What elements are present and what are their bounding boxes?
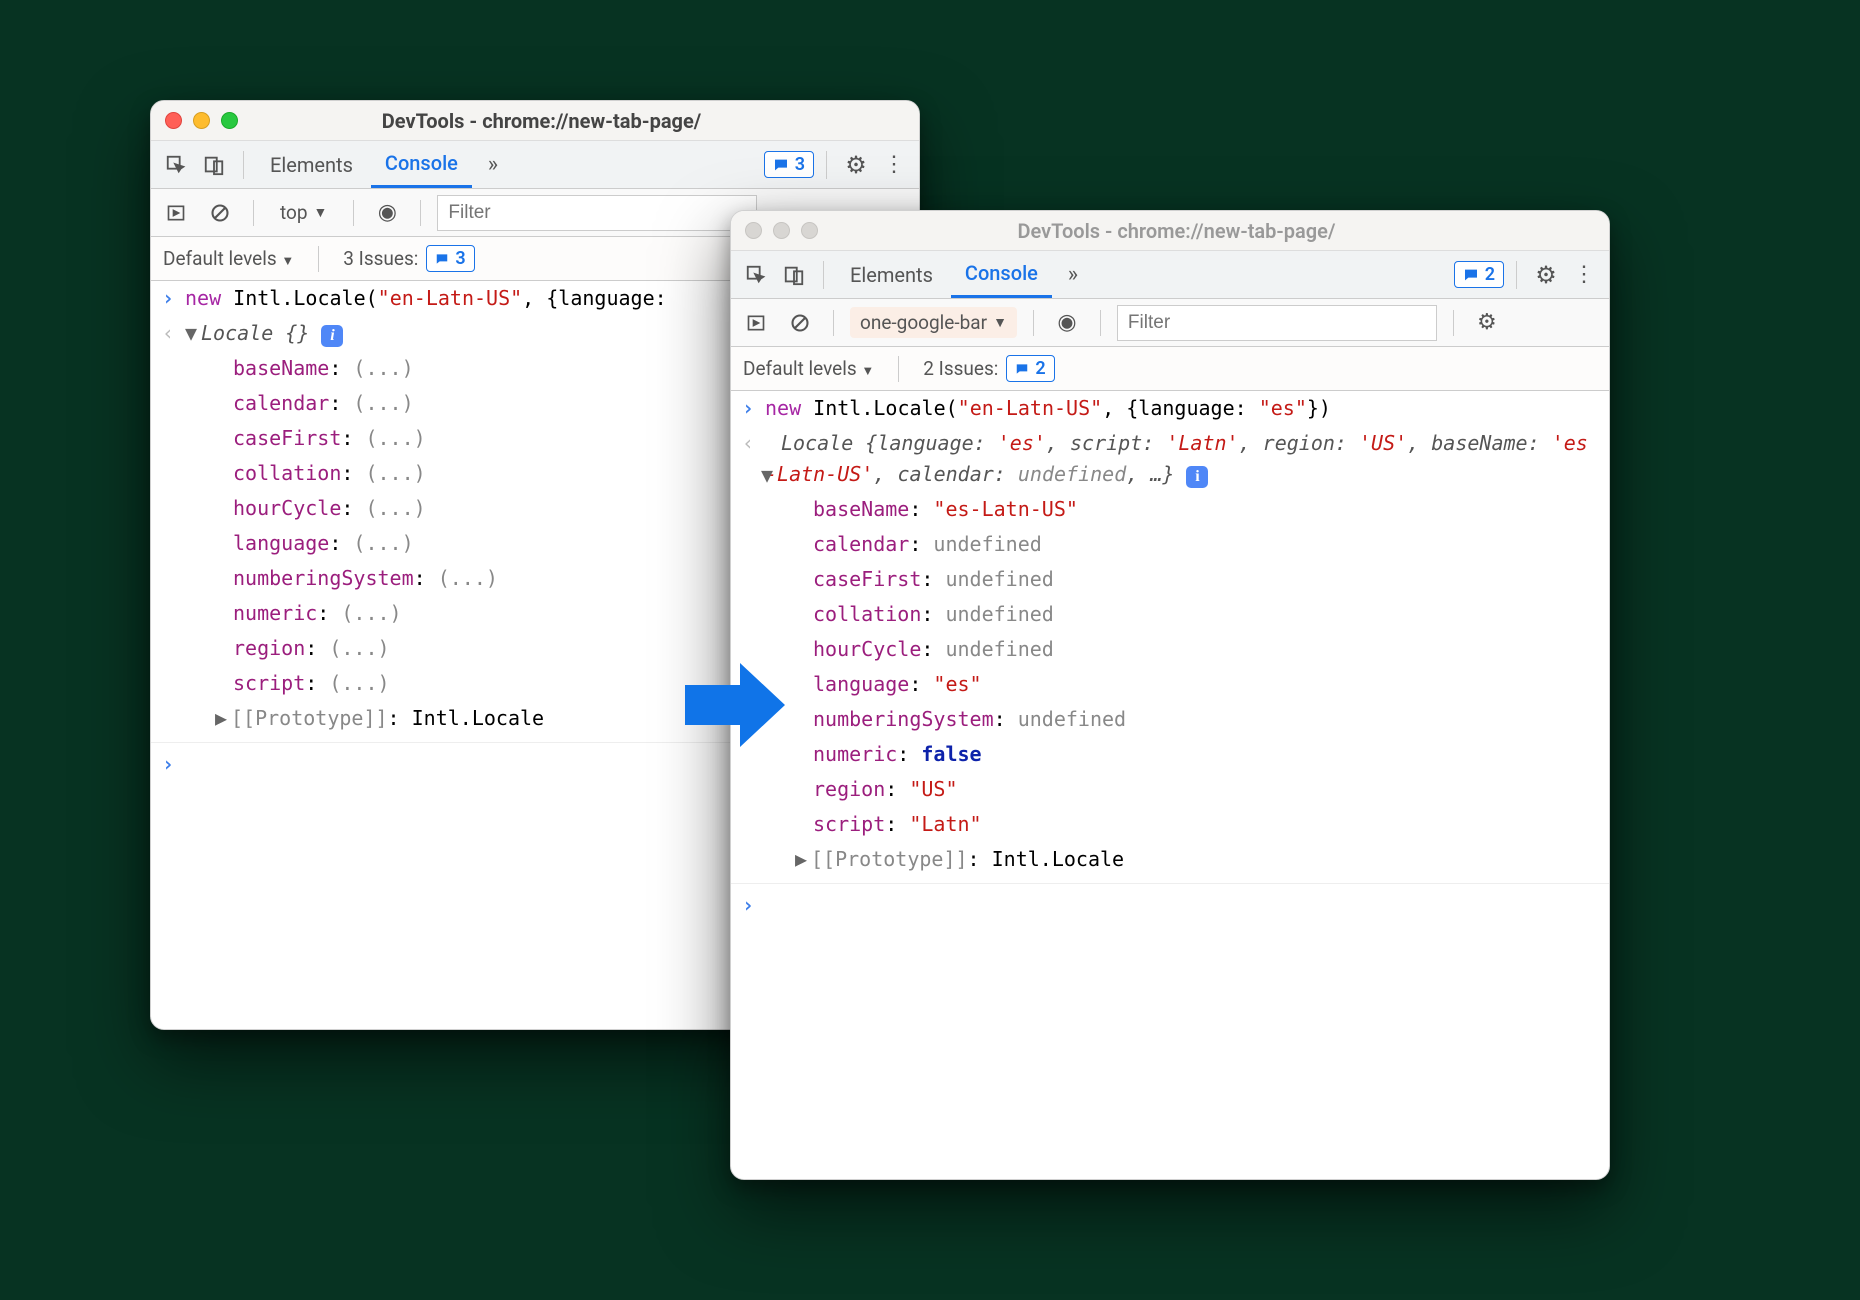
property-row[interactable]: script: "Latn" [765,809,1601,840]
info-icon[interactable]: i [1186,466,1208,488]
result-header[interactable]: ▼Locale {language: 'es', script: 'Latn',… [765,428,1601,490]
window-title: DevTools - chrome://new-tab-page/ [818,219,1595,243]
close-icon[interactable] [165,112,182,129]
close-icon[interactable] [745,222,762,239]
messages-count: 2 [1485,264,1495,285]
tab-console[interactable]: Console [951,251,1052,298]
toggle-drawer-icon[interactable] [159,196,193,230]
zoom-icon[interactable] [221,112,238,129]
filter-input[interactable] [1117,305,1437,341]
kebab-icon[interactable]: ⋮ [1567,258,1601,292]
context-label: top [280,201,308,224]
console-input-echo: new Intl.Locale("en-Latn-US", {language:… [765,393,1601,424]
devtools-toolbar: Elements Console » 2 ⚙ ⋮ [731,251,1609,299]
minimize-icon[interactable] [773,222,790,239]
kebab-icon[interactable]: ⋮ [877,148,911,182]
zoom-icon[interactable] [801,222,818,239]
messages-badge[interactable]: 3 [764,151,814,178]
prototype-row[interactable]: ▶[[Prototype]]: Intl.Locale [765,844,1601,875]
messages-count: 3 [795,154,805,175]
issues-button[interactable]: 2 Issues: 2 [923,355,1054,382]
info-icon[interactable]: i [321,325,343,347]
prompt-icon: › [151,283,185,314]
clear-console-icon[interactable] [783,306,817,340]
prompt-icon[interactable]: › [151,749,185,780]
device-toggle-icon[interactable] [777,258,811,292]
eye-icon[interactable]: ◉ [370,196,404,230]
property-row[interactable]: numeric: false [765,739,1601,770]
issues-label: 3 Issues: [343,247,418,270]
console-filterbar: one-google-bar ▼ ◉ ⚙ [731,299,1609,347]
messages-badge[interactable]: 2 [1454,261,1504,288]
more-tabs-icon[interactable]: » [476,148,510,182]
property-row[interactable]: caseFirst: undefined [765,564,1601,595]
tab-elements[interactable]: Elements [256,141,367,188]
issues-label: 2 Issues: [923,357,998,380]
more-tabs-icon[interactable]: » [1056,258,1090,292]
toggle-drawer-icon[interactable] [739,306,773,340]
inspect-icon[interactable] [739,258,773,292]
issues-count: 2 [1035,358,1045,379]
return-icon: ‹ [151,318,185,349]
clear-console-icon[interactable] [203,196,237,230]
prompt-icon: › [731,393,765,424]
gear-icon[interactable]: ⚙ [839,148,873,182]
device-toggle-icon[interactable] [197,148,231,182]
console-output: › new Intl.Locale("en-Latn-US", {languag… [731,391,1609,923]
levels-select[interactable]: Default levels ▼ [743,357,874,380]
property-row[interactable]: calendar: undefined [765,529,1601,560]
window-title: DevTools - chrome://new-tab-page/ [238,109,905,133]
eye-icon[interactable]: ◉ [1050,306,1084,340]
levels-select[interactable]: Default levels ▼ [163,247,294,270]
property-row[interactable]: language: "es" [765,669,1601,700]
titlebar: DevTools - chrome://new-tab-page/ [151,101,919,141]
property-row[interactable]: collation: undefined [765,599,1601,630]
minimize-icon[interactable] [193,112,210,129]
context-select[interactable]: top ▼ [270,197,337,228]
property-row[interactable]: region: "US" [765,774,1601,805]
gear-icon[interactable]: ⚙ [1470,306,1504,340]
tab-elements[interactable]: Elements [836,251,947,298]
return-icon: ‹ [731,428,765,490]
property-row[interactable]: baseName: "es-Latn-US" [765,494,1601,525]
inspect-icon[interactable] [159,148,193,182]
filter-input[interactable] [437,195,757,231]
context-select[interactable]: one-google-bar ▼ [850,307,1017,338]
property-row[interactable]: hourCycle: undefined [765,634,1601,665]
levels-bar: Default levels ▼ 2 Issues: 2 [731,347,1609,391]
gear-icon[interactable]: ⚙ [1529,258,1563,292]
issues-count: 3 [455,248,465,269]
context-label: one-google-bar [860,311,987,334]
titlebar: DevTools - chrome://new-tab-page/ [731,211,1609,251]
prompt-icon[interactable]: › [731,890,765,921]
issues-button[interactable]: 3 Issues: 3 [343,245,474,272]
arrow-icon [680,660,790,750]
devtools-toolbar: Elements Console » 3 ⚙ ⋮ [151,141,919,189]
tab-console[interactable]: Console [371,141,472,188]
property-row[interactable]: numberingSystem: undefined [765,704,1601,735]
